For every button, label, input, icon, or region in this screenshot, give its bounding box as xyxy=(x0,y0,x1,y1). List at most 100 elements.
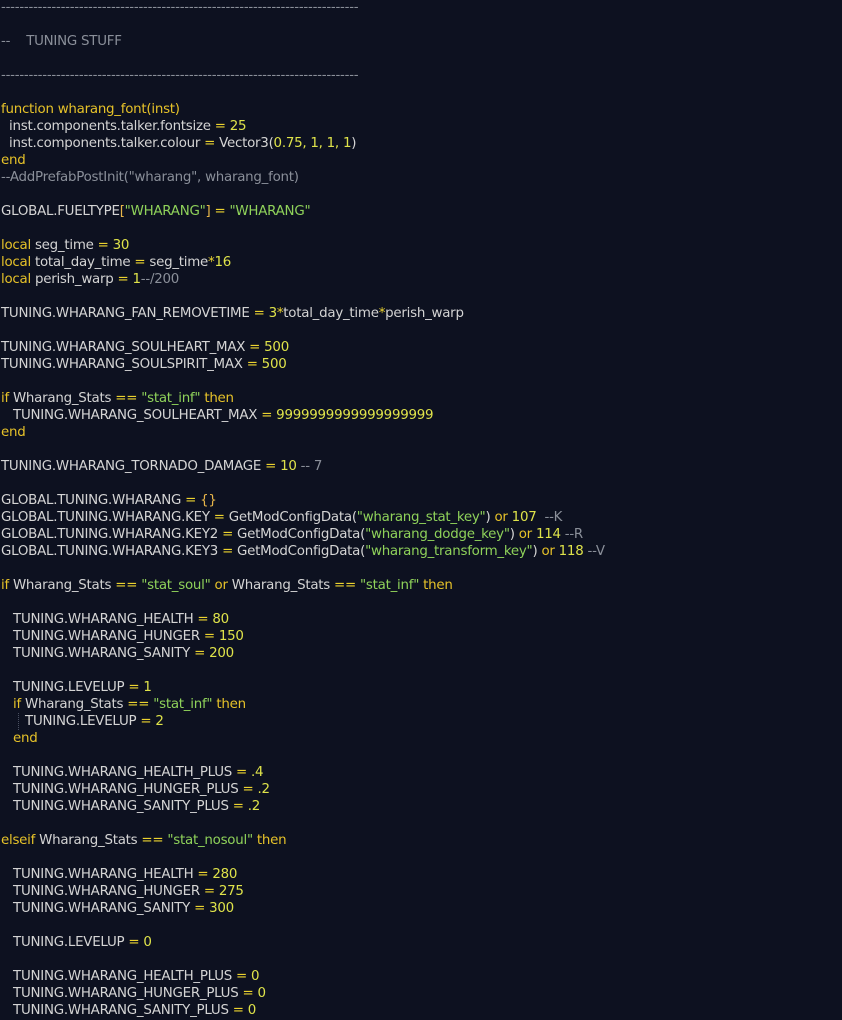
code-line[interactable]: ----------------------------------------… xyxy=(1,0,359,16)
code-token: = xyxy=(236,968,248,984)
code-token: = xyxy=(203,883,215,899)
code-line[interactable]: GLOBAL.TUNING.WHARANG = {} xyxy=(1,492,217,509)
code-line[interactable]: function wharang_font(inst) xyxy=(1,101,180,118)
code-token: = xyxy=(197,611,209,627)
code-token: local xyxy=(1,237,31,253)
code-line[interactable]: TUNING.WHARANG_SANITY_PLUS = 0 xyxy=(1,1002,256,1019)
code-line[interactable]: TUNING.WHARANG_SOULSPIRIT_MAX = 500 xyxy=(1,356,287,373)
code-token: TUNING.LEVELUP xyxy=(1,679,129,695)
code-token: Wharang_Stats xyxy=(8,577,116,593)
code-token: "stat_inf" xyxy=(359,577,420,593)
code-token: 2 xyxy=(151,713,164,729)
code-token: -- 7 xyxy=(296,458,323,474)
code-line[interactable]: --AddPrefabPostInit("wharang", wharang_f… xyxy=(1,169,299,186)
code-line[interactable]: end xyxy=(1,730,38,747)
code-line[interactable]: TUNING.WHARANG_HEALTH = 80 xyxy=(1,611,229,628)
code-line[interactable]: local seg_time = 30 xyxy=(1,237,129,254)
code-line[interactable]: TUNING.WHARANG_SANITY_PLUS = .2 xyxy=(1,798,260,815)
code-token: = xyxy=(222,543,234,559)
code-line[interactable]: TUNING.WHARANG_SOULHEART_MAX = 999999999… xyxy=(1,407,434,424)
code-token: .2 xyxy=(253,781,270,797)
code-line[interactable]: TUNING.WHARANG_SANITY = 200 xyxy=(1,645,234,662)
code-token: = xyxy=(242,781,254,797)
code-token: 114 xyxy=(531,526,561,542)
code-line[interactable]: -- TUNING STUFF xyxy=(1,33,122,50)
code-token: Wharang_Stats xyxy=(35,832,142,848)
code-token: 118 xyxy=(554,543,584,559)
code-token: = xyxy=(185,492,197,508)
code-line[interactable]: if Wharang_Stats == "stat_inf" then xyxy=(1,390,234,407)
code-token: GLOBAL.TUNING.WHARANG.KEY xyxy=(1,509,214,525)
code-line[interactable]: TUNING.WHARANG_HUNGER_PLUS = 0 xyxy=(1,985,266,1002)
code-token: seg_time xyxy=(145,254,209,270)
code-line[interactable]: TUNING.WHARANG_HEALTH_PLUS = 0 xyxy=(1,968,260,985)
code-line[interactable]: GLOBAL.FUELTYPE["WHARANG"] = "WHARANG" xyxy=(1,203,311,220)
code-token: GetModConfigData( xyxy=(233,543,366,559)
code-token: = xyxy=(236,764,248,780)
code-token: 300 xyxy=(205,900,234,916)
code-token: --V xyxy=(583,543,605,559)
code-token: = xyxy=(210,203,230,219)
code-line[interactable]: TUNING.WHARANG_SOULHEART_MAX = 500 xyxy=(1,339,289,356)
code-token: then xyxy=(419,577,453,593)
code-line[interactable]: TUNING.WHARANG_HEALTH = 280 xyxy=(1,866,237,883)
code-token: Wharang_Stats xyxy=(20,696,128,712)
code-token: 1 xyxy=(139,679,152,695)
code-line[interactable]: inst.components.talker.fontsize = 25 xyxy=(1,118,247,135)
code-line[interactable]: TUNING.WHARANG_TORNADO_DAMAGE = 10 -- 7 xyxy=(1,458,322,475)
code-token: --AddPrefabPostInit("wharang", wharang_f… xyxy=(1,169,299,185)
code-token: .2 xyxy=(243,798,261,814)
code-token: "stat_nosoul" xyxy=(167,832,253,848)
code-token: 25 xyxy=(225,118,247,134)
code-token: local xyxy=(1,254,31,270)
code-token: = xyxy=(140,713,152,729)
code-line[interactable]: GLOBAL.TUNING.WHARANG.KEY2 = GetModConfi… xyxy=(1,526,583,543)
code-token: 107 xyxy=(507,509,537,525)
code-line[interactable]: end xyxy=(1,152,26,169)
code-token: = xyxy=(128,934,140,950)
code-line[interactable]: GLOBAL.TUNING.WHARANG.KEY3 = GetModConfi… xyxy=(1,543,605,560)
code-token: then xyxy=(200,390,234,406)
code-line[interactable]: GLOBAL.TUNING.WHARANG.KEY = GetModConfig… xyxy=(1,509,562,526)
code-line[interactable]: if Wharang_Stats == "stat_soul" or Whara… xyxy=(1,577,453,594)
code-line[interactable]: elseif Wharang_Stats == "stat_nosoul" th… xyxy=(1,832,287,849)
code-line[interactable]: local total_day_time = seg_time*16 xyxy=(1,254,231,271)
code-token: TUNING.WHARANG_SANITY_PLUS xyxy=(1,1002,233,1018)
code-token: 275 xyxy=(214,883,244,899)
code-line[interactable]: TUNING.LEVELUP = 0 xyxy=(1,934,152,951)
code-line[interactable]: inst.components.talker.colour = Vector3(… xyxy=(1,135,356,152)
code-token: then xyxy=(212,696,246,712)
code-token: 500 xyxy=(260,339,289,355)
code-token: 30 xyxy=(108,237,130,253)
code-line[interactable]: TUNING.LEVELUP = 2 xyxy=(1,713,164,730)
code-line[interactable]: TUNING.WHARANG_FAN_REMOVETIME = 3*total_… xyxy=(1,305,464,322)
code-token: = xyxy=(253,305,265,321)
code-line[interactable]: TUNING.WHARANG_SANITY = 300 xyxy=(1,900,234,917)
code-line[interactable]: TUNING.LEVELUP = 1 xyxy=(1,679,152,696)
code-token: = xyxy=(265,458,277,474)
code-token: GetModConfigData( xyxy=(233,526,366,542)
code-line[interactable]: TUNING.WHARANG_HEALTH_PLUS = .4 xyxy=(1,764,264,781)
code-token: = xyxy=(197,866,209,882)
code-token: TUNING.LEVELUP xyxy=(1,713,141,729)
code-token: = xyxy=(117,271,129,287)
code-token: GLOBAL.FUELTYPE xyxy=(1,203,120,219)
code-token: ) xyxy=(351,135,357,151)
code-line[interactable]: ----------------------------------------… xyxy=(1,67,359,84)
code-token: TUNING.WHARANG_TORNADO_DAMAGE xyxy=(1,458,266,474)
code-line[interactable]: TUNING.WHARANG_HUNGER = 150 xyxy=(1,628,244,645)
code-line[interactable]: TUNING.WHARANG_HUNGER_PLUS = .2 xyxy=(1,781,270,798)
code-token: "WHARANG" xyxy=(229,203,311,219)
code-token: TUNING.WHARANG_HEALTH_PLUS xyxy=(1,968,237,984)
code-line[interactable]: if Wharang_Stats == "stat_inf" then xyxy=(1,696,246,713)
code-token: = xyxy=(246,356,258,372)
code-line[interactable]: local perish_warp = 1--/200 xyxy=(1,271,179,288)
code-token: TUNING.WHARANG_SANITY xyxy=(1,900,195,916)
code-line[interactable]: end xyxy=(1,424,26,441)
code-token: then xyxy=(252,832,287,848)
code-line[interactable]: TUNING.WHARANG_HUNGER = 275 xyxy=(1,883,244,900)
code-token: 3 xyxy=(264,305,278,321)
code-editor[interactable]: ----------------------------------------… xyxy=(0,0,842,1020)
code-token: or xyxy=(210,577,228,593)
code-token: == xyxy=(127,696,150,712)
